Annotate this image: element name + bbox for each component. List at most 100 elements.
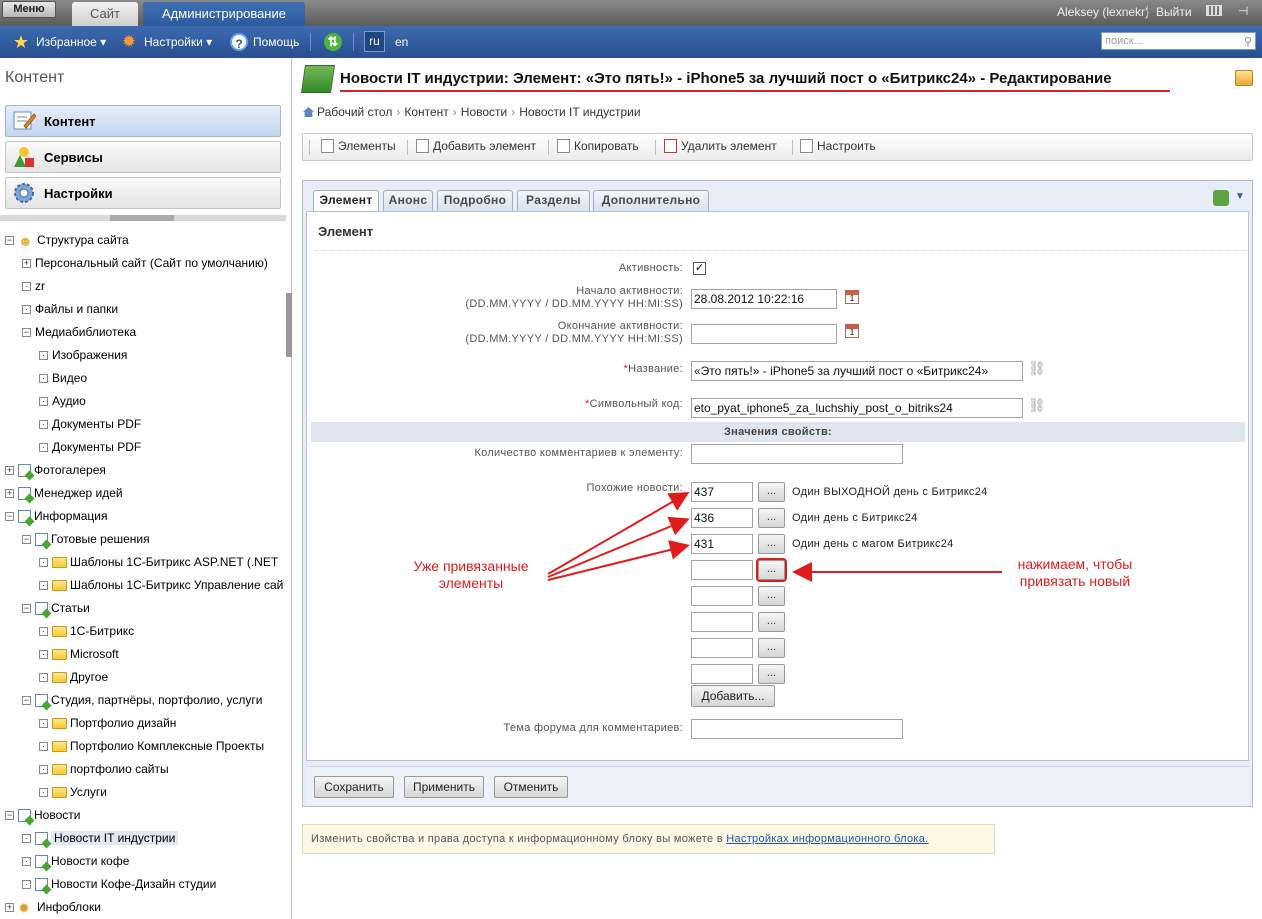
leaf-toggle-icon[interactable]: · xyxy=(39,627,48,637)
tree-item[interactable]: − Медиабиблиотека xyxy=(22,322,136,342)
add-element-button[interactable]: Добавить элемент xyxy=(416,139,536,153)
tree-item[interactable]: − ☻ Структура сайта xyxy=(5,230,129,250)
tree-item[interactable]: · Аудио xyxy=(39,391,86,411)
similar-news-id-input[interactable]: 436 xyxy=(691,508,753,528)
active-checkbox[interactable]: ✓ xyxy=(693,262,706,275)
tree-item[interactable]: · zr xyxy=(22,276,45,296)
similar-news-id-input[interactable]: 431 xyxy=(691,534,753,554)
search-icon[interactable]: ⚲ xyxy=(1244,34,1252,50)
leaf-toggle-icon[interactable]: · xyxy=(39,650,48,660)
copy-button[interactable]: Копировать xyxy=(557,139,639,153)
search-input[interactable]: поиск... ⚲ xyxy=(1101,32,1256,50)
start-date-input[interactable]: 28.08.2012 10:22:16 xyxy=(691,289,837,309)
menu-button-settings[interactable]: Настройки xyxy=(5,177,281,209)
tree-item[interactable]: + Фотогалерея xyxy=(5,460,106,480)
favorites-menu[interactable]: Избранное ▾ xyxy=(36,34,106,50)
leaf-toggle-icon[interactable]: · xyxy=(39,351,48,361)
collapse-icon[interactable]: − xyxy=(22,604,31,614)
tree-item[interactable]: · Microsoft xyxy=(39,644,119,664)
collapse-icon[interactable]: − xyxy=(22,328,31,338)
tree-item[interactable]: − Статьи xyxy=(22,598,90,618)
cancel-button[interactable]: Отменить xyxy=(494,776,568,798)
tree-item[interactable]: − Новости xyxy=(5,805,80,825)
similar-news-id-input[interactable] xyxy=(691,586,753,606)
leaf-toggle-icon[interactable]: · xyxy=(39,443,48,453)
leaf-toggle-icon[interactable]: · xyxy=(22,305,31,315)
tab-site[interactable]: Сайт xyxy=(72,2,138,26)
save-button[interactable]: Сохранить xyxy=(314,776,394,798)
leaf-toggle-icon[interactable]: · xyxy=(22,834,31,844)
expand-icon[interactable]: + xyxy=(5,903,14,913)
keyboard-icon[interactable] xyxy=(1206,5,1222,16)
tab-admin[interactable]: Администрирование xyxy=(143,2,305,26)
tree-item[interactable]: · Портфолио дизайн xyxy=(39,713,176,733)
user-name-link[interactable]: Aleksey (lexnekr) xyxy=(1057,5,1149,19)
collapse-icon[interactable]: − xyxy=(22,535,31,545)
delete-element-button[interactable]: Удалить элемент xyxy=(664,139,777,153)
tree-item[interactable]: + Персональный сайт (Сайт по умолчанию) xyxy=(22,253,268,273)
end-date-input[interactable] xyxy=(691,324,837,344)
tab-element[interactable]: Элемент xyxy=(313,190,379,212)
tree-item[interactable]: · Другое xyxy=(39,667,108,687)
comments-count-input[interactable] xyxy=(691,444,903,464)
breadcrumb-item[interactable]: Контент xyxy=(404,105,448,119)
leaf-toggle-icon[interactable]: · xyxy=(39,420,48,430)
leaf-toggle-icon[interactable]: · xyxy=(39,742,48,752)
iblock-settings-link[interactable]: Настройках информационного блока. xyxy=(726,833,928,845)
tree-item[interactable]: · Услуги xyxy=(39,782,107,802)
code-input[interactable]: eto_pyat_iphone5_za_luchshiy_post_o_bitr… xyxy=(691,398,1023,418)
tree-item[interactable]: − Информация xyxy=(5,506,107,526)
menu-button-services[interactable]: Сервисы xyxy=(5,141,281,173)
apply-button[interactable]: Применить xyxy=(404,776,484,798)
similar-news-id-input[interactable] xyxy=(691,664,753,684)
forum-topic-input[interactable] xyxy=(691,719,903,739)
leaf-toggle-icon[interactable]: · xyxy=(22,880,31,890)
home-icon[interactable] xyxy=(303,107,314,117)
tab-sections[interactable]: Разделы xyxy=(517,190,590,211)
add-link-button[interactable]: Добавить... xyxy=(691,685,775,707)
similar-news-id-input[interactable]: 437 xyxy=(691,482,753,502)
settings-menu[interactable]: Настройки ▾ xyxy=(144,34,212,50)
elements-button[interactable]: Элементы xyxy=(321,139,396,153)
breadcrumb-item[interactable]: Новости xyxy=(461,105,507,119)
export-icon[interactable] xyxy=(1213,190,1229,206)
leaf-toggle-icon[interactable]: · xyxy=(39,581,48,591)
tab-preview[interactable]: Анонс xyxy=(383,190,433,211)
tree-item[interactable]: · Новости IT индустрии xyxy=(22,828,179,848)
tree-item[interactable]: · 1С-Битрикс xyxy=(39,621,134,641)
chevron-down-icon[interactable]: ▼ xyxy=(1235,191,1245,202)
leaf-toggle-icon[interactable]: · xyxy=(39,673,48,683)
tree-item[interactable]: · Новости кофе xyxy=(22,851,129,871)
tree-item[interactable]: · Шаблоны 1С-Битрикс ASP.NET (.NET xyxy=(39,552,278,572)
expand-icon[interactable]: + xyxy=(5,489,14,499)
similar-news-id-input[interactable] xyxy=(691,612,753,632)
menu-button-content[interactable]: Контент xyxy=(5,105,281,137)
expand-icon[interactable]: + xyxy=(5,466,14,476)
tree-item[interactable]: − Студия, партнёры, портфолио, услуги xyxy=(22,690,262,710)
pick-element-button[interactable]: ... xyxy=(758,586,785,606)
pick-element-button[interactable]: ... xyxy=(758,664,785,684)
leaf-toggle-icon[interactable]: · xyxy=(22,857,31,867)
expand-icon[interactable]: + xyxy=(22,259,31,269)
link-chain-icon[interactable]: ⛓ xyxy=(1028,361,1046,383)
tree-item[interactable]: · Новости Кофе-Дизайн студии xyxy=(22,874,216,894)
tree-item[interactable]: · Портфолио Комплексные Проекты xyxy=(39,736,264,756)
lang-en-button[interactable]: en xyxy=(395,35,408,49)
similar-news-id-input[interactable] xyxy=(691,638,753,658)
pick-element-button[interactable]: ... xyxy=(758,534,785,554)
tree-item[interactable]: · Документы PDF xyxy=(39,437,141,457)
pick-element-button[interactable]: ... xyxy=(758,612,785,632)
tree-item[interactable]: · Изображения xyxy=(39,345,127,365)
leaf-toggle-icon[interactable]: · xyxy=(39,397,48,407)
edit-page-icon[interactable] xyxy=(1235,70,1253,86)
lang-ru-button[interactable]: ru xyxy=(364,31,385,52)
breadcrumb-item[interactable]: Рабочий стол xyxy=(317,105,392,119)
collapse-icon[interactable]: − xyxy=(5,236,14,246)
breadcrumb-item[interactable]: Новости IT индустрии xyxy=(519,105,640,119)
splitter-grip[interactable] xyxy=(110,215,174,221)
link-chain-icon[interactable]: ⛓ xyxy=(1028,398,1046,420)
similar-news-id-input[interactable] xyxy=(691,560,753,580)
leaf-toggle-icon[interactable]: · xyxy=(39,719,48,729)
tree-item[interactable]: + Менеджер идей xyxy=(5,483,123,503)
name-input[interactable]: «Это пять!» - iPhone5 за лучший пост о «… xyxy=(691,361,1023,381)
